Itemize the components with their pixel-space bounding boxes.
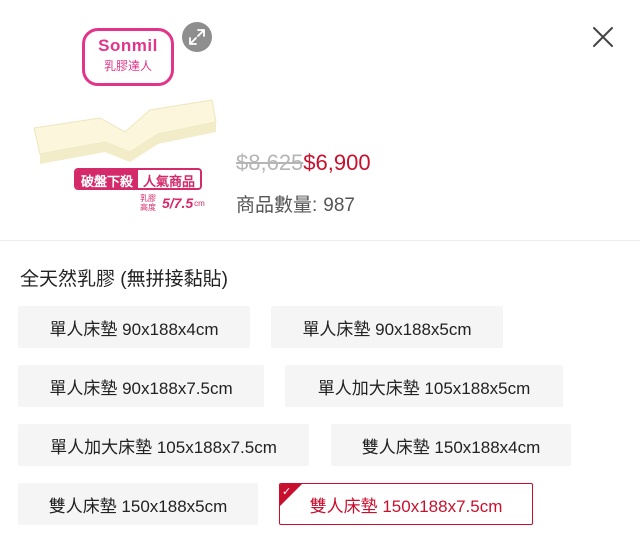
variant-option-label: 雙人床墊 150x188x5cm: [48, 496, 228, 516]
height-label: 乳膠高度: [140, 194, 156, 212]
check-icon: ✓: [282, 486, 292, 498]
variant-option-selected[interactable]: ✓ 雙人床墊 150x188x7.5cm: [279, 483, 533, 525]
variant-option-label: 單人加大床墊 105x188x5cm: [317, 378, 531, 398]
sale-price: $6,900: [303, 150, 371, 175]
mattress-illustration: [33, 99, 217, 164]
section-divider: [0, 240, 640, 241]
logo-brand-text: Sonmil: [98, 36, 158, 55]
variant-option-label: 雙人床墊 150x188x4cm: [361, 437, 541, 457]
stock-value: 987: [323, 195, 355, 216]
logo-sub-text: 乳膠達人: [103, 59, 152, 73]
latex-height-note: 乳膠高度 5/7.5 cm: [140, 194, 205, 212]
variant-option[interactable]: 單人床墊 90x188x7.5cm: [18, 365, 264, 407]
close-icon: [593, 27, 613, 47]
variant-option[interactable]: 單人加大床墊 105x188x5cm: [285, 365, 563, 407]
close-button[interactable]: [588, 22, 618, 52]
product-header: Sonmil 乳膠達人 破盤下殺 人氣商品 乳膠高度 5/7.5 cm $8,6…: [0, 0, 640, 240]
variant-option[interactable]: 單人床墊 90x188x5cm: [271, 306, 503, 348]
promo-badge: 破盤下殺 人氣商品: [74, 168, 203, 190]
variant-option-label: 單人床墊 90x188x7.5cm: [49, 378, 233, 398]
variant-option-label: 雙人床墊 150x188x7.5cm: [309, 496, 503, 516]
variant-option-label: 單人床墊 90x188x4cm: [49, 319, 219, 339]
variant-option[interactable]: 單人加大床墊 105x188x7.5cm: [18, 424, 309, 466]
expand-arrows-icon: [189, 29, 205, 45]
variant-option-label: 單人加大床墊 105x188x7.5cm: [50, 437, 277, 457]
price-row: $8,625 $6,900: [236, 150, 371, 176]
brand-logo: Sonmil 乳膠達人: [82, 28, 174, 86]
promo-left-text: 破盤下殺: [76, 170, 139, 188]
variant-group-title: 全天然乳膠 (無拼接黏貼): [20, 269, 228, 290]
expand-image-button[interactable]: [182, 22, 212, 52]
stock-quantity: 商品數量: 987: [236, 190, 355, 217]
stock-label: 商品數量:: [236, 195, 318, 216]
original-price: $8,625: [236, 150, 304, 175]
variant-option-label: 單人床墊 90x188x5cm: [302, 319, 472, 339]
variant-option[interactable]: 雙人床墊 150x188x4cm: [331, 424, 571, 466]
variant-option[interactable]: 單人床墊 90x188x4cm: [18, 306, 250, 348]
promo-right-text: 人氣商品: [138, 170, 201, 188]
height-value: 5/7.5: [162, 195, 194, 211]
variant-option[interactable]: 雙人床墊 150x188x5cm: [18, 483, 258, 525]
height-unit: cm: [194, 198, 205, 208]
